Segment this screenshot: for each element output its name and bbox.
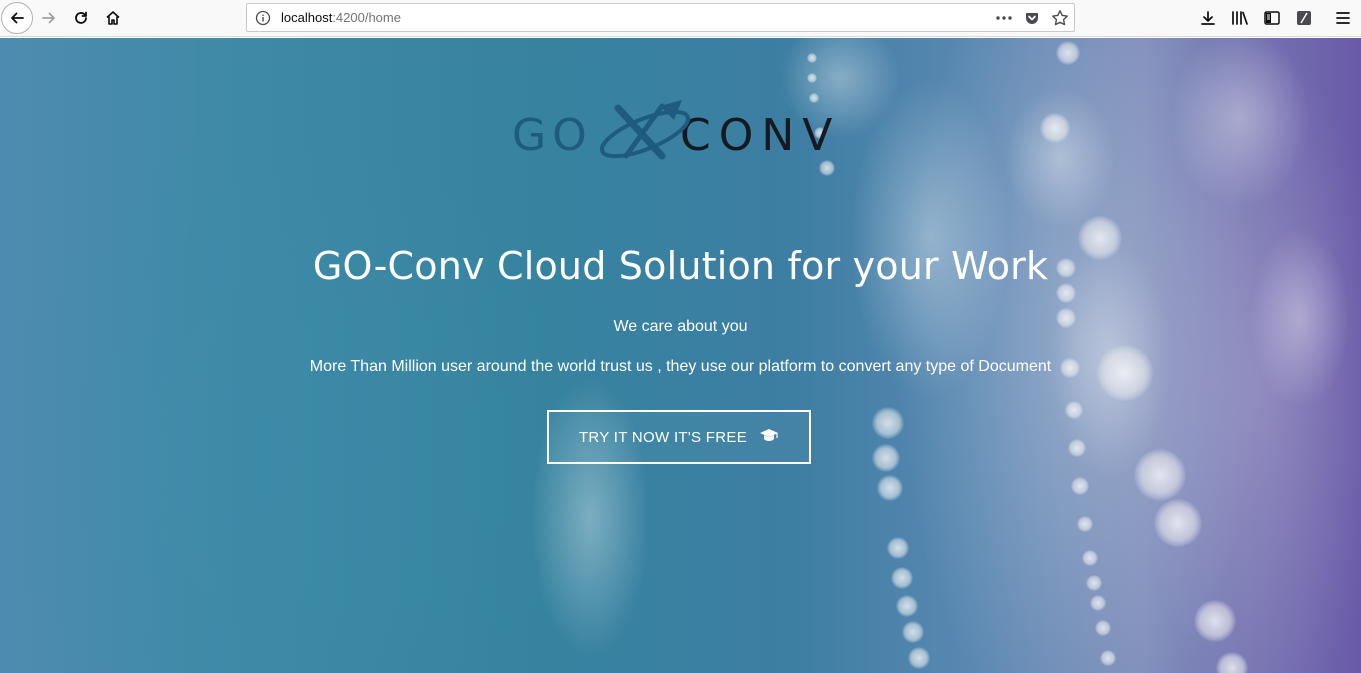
star-icon[interactable] [1049, 7, 1071, 29]
forward-button[interactable] [34, 3, 64, 33]
url-text[interactable]: localhost:4200/home [281, 10, 401, 25]
screenshot-icon [1296, 10, 1312, 26]
home-button[interactable] [98, 3, 128, 33]
back-button[interactable] [1, 2, 33, 34]
sidebar-icon [1264, 11, 1280, 25]
hero-section: GO CONV GO-Conv Cloud Solution for your … [0, 38, 1361, 673]
goconv-logo: GO CONV [510, 98, 840, 170]
try-it-now-label: TRY IT NOW IT'S FREE [578, 428, 748, 446]
hero-description: More Than Million user around the world … [309, 358, 1052, 375]
address-bar[interactable]: localhost:4200/home [246, 3, 1075, 32]
downloads-button[interactable] [1193, 3, 1223, 33]
hamburger-menu-icon [1335, 11, 1351, 25]
hero-subtitle: We care about you [613, 318, 748, 335]
more-dots-icon[interactable] [993, 7, 1015, 29]
pocket-icon[interactable] [1021, 7, 1043, 29]
browser-toolbar: localhost:4200/home [0, 0, 1361, 37]
logo-text-conv: CONV [680, 110, 840, 161]
logo-swoosh-icon [599, 100, 691, 160]
home-icon [105, 10, 121, 26]
logo-text-go: GO [512, 110, 593, 161]
graduation-cap-icon [759, 427, 779, 447]
url-path: :4200/home [332, 10, 401, 25]
menu-button[interactable] [1328, 3, 1358, 33]
info-icon[interactable] [255, 10, 271, 31]
forward-arrow-icon [41, 10, 57, 26]
sidebar-button[interactable] [1257, 3, 1287, 33]
library-button[interactable] [1225, 3, 1255, 33]
screenshot-button[interactable] [1289, 3, 1319, 33]
back-arrow-icon [9, 10, 25, 26]
try-it-now-button[interactable]: TRY IT NOW IT'S FREE [547, 410, 811, 464]
download-icon [1200, 10, 1216, 26]
reload-icon [73, 10, 89, 26]
library-icon [1231, 10, 1249, 26]
hero-title: GO-Conv Cloud Solution for your Work [312, 244, 1049, 288]
url-host: localhost [281, 10, 333, 25]
reload-button[interactable] [66, 3, 96, 33]
